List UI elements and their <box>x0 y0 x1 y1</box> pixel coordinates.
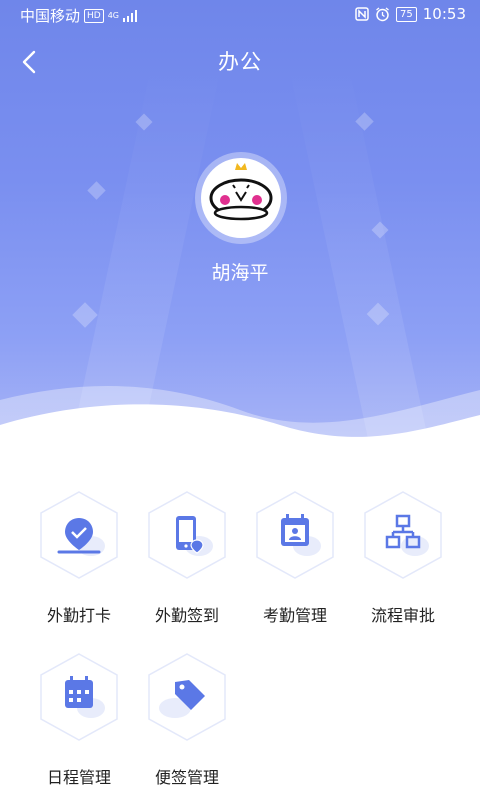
page-title: 办公 <box>218 50 262 74</box>
tile-label: 外勤打卡 <box>46 606 111 625</box>
user-name: 胡海平 <box>211 262 269 284</box>
sparkle <box>87 181 106 200</box>
avatar[interactable] <box>195 152 287 244</box>
tile-notes[interactable]: 便签管理 <box>133 642 241 787</box>
tile-label: 外勤签到 <box>154 606 219 625</box>
network-badge: 4G <box>107 10 120 20</box>
status-bar: 中国移动 HD 4G 75 10:53 <box>0 0 480 30</box>
tile-label: 便签管理 <box>154 768 219 787</box>
sparkle <box>72 302 98 328</box>
calendar-icon <box>40 653 118 741</box>
wave-divider <box>0 386 480 450</box>
phone-location-icon <box>148 491 226 579</box>
carrier-label: 中国移动 <box>20 7 81 25</box>
battery-indicator: 75 <box>396 6 417 22</box>
nfc-icon <box>355 7 369 21</box>
tile-workflow-approval[interactable]: 流程审批 <box>349 480 457 625</box>
calendar-person-icon <box>256 491 334 579</box>
hero-header: 中国移动 HD 4G 75 10:53 办公 胡海平 <box>0 0 480 450</box>
tile-label: 日程管理 <box>46 768 111 787</box>
tile-label: 考勤管理 <box>262 606 327 625</box>
tile-field-clock-in[interactable]: 外勤打卡 <box>25 480 133 625</box>
hd-badge: HD <box>84 8 104 23</box>
tile-schedule[interactable]: 日程管理 <box>25 642 133 787</box>
signal-icon <box>123 9 138 22</box>
tag-icon <box>148 653 226 741</box>
clock: 10:53 <box>422 5 466 23</box>
tile-attendance[interactable]: 考勤管理 <box>241 480 349 625</box>
avatar-image <box>201 158 281 238</box>
app-header: 办公 <box>0 38 480 82</box>
tile-field-check-in[interactable]: 外勤签到 <box>133 480 241 625</box>
avatar-mascot-icon <box>209 163 273 221</box>
location-check-icon <box>40 491 118 579</box>
tile-label: 流程审批 <box>370 606 435 625</box>
alarm-icon <box>376 6 389 21</box>
flowchart-icon <box>364 491 442 579</box>
